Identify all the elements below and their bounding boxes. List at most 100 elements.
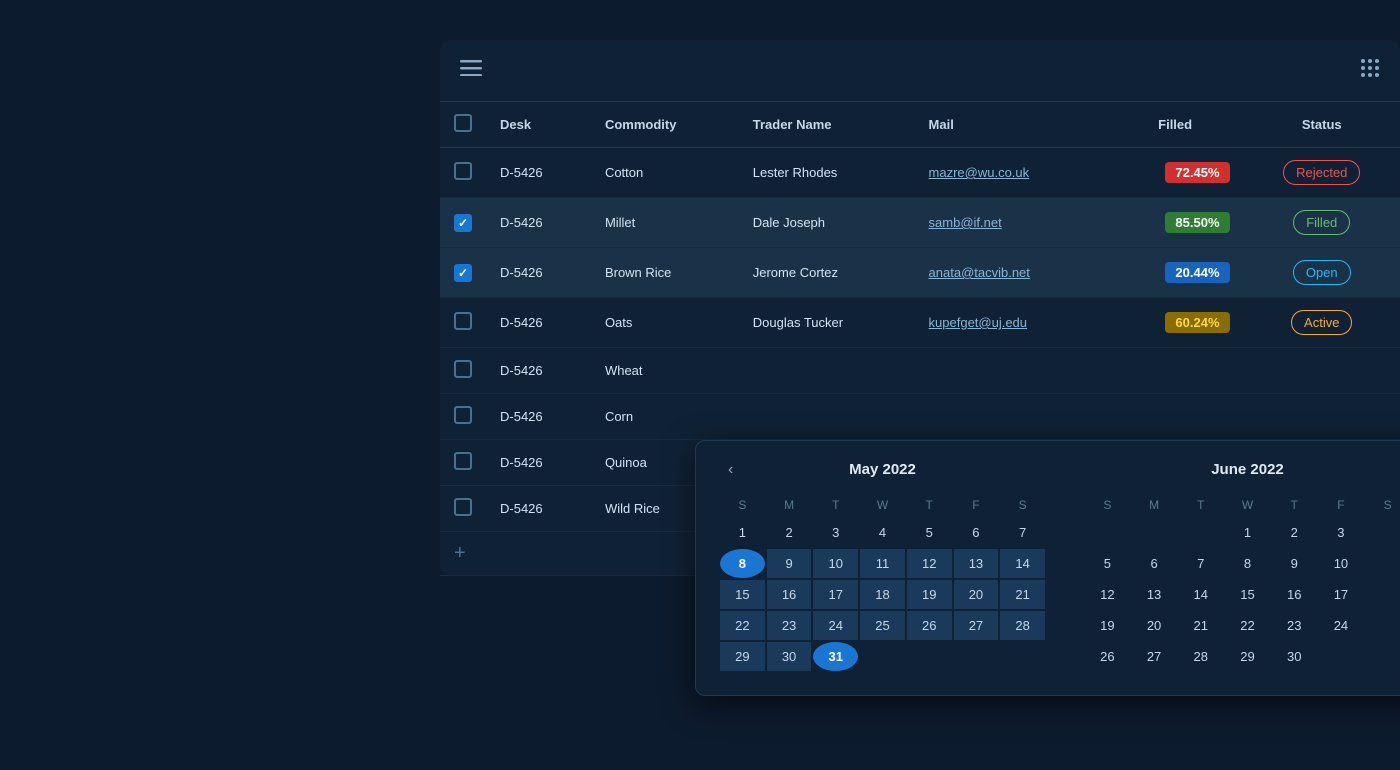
june-day-5[interactable]: 5 [1085,549,1130,578]
row-1-filled: 72.45% [1107,148,1244,198]
june-day-8[interactable]: 8 [1225,549,1270,578]
may-day-24[interactable]: 24 [813,611,858,640]
june-day-24[interactable]: 24 [1319,611,1364,640]
col-header-desk: Desk [486,102,591,148]
may-grid: S M T W T F S 1 2 3 4 5 6 7 8 [720,494,1045,671]
may-day-7[interactable]: 7 [1000,518,1045,547]
june-day-16[interactable]: 16 [1272,580,1317,609]
june-day-1[interactable]: 1 [1225,518,1270,547]
june-day-21[interactable]: 21 [1178,611,1223,640]
may-day-22[interactable]: 22 [720,611,765,640]
table-row: D-5426OatsDouglas Tuckerkupefget@uj.edu6… [440,298,1400,348]
row-1-commodity: Cotton [591,148,739,198]
may-day-13[interactable]: 13 [954,549,999,578]
table-row: D-5426Corn [440,394,1400,440]
june-empty6 [1365,580,1400,609]
june-day-3[interactable]: 3 [1319,518,1364,547]
june-day-header-m1: M [1132,494,1177,516]
may-day-16[interactable]: 16 [767,580,812,609]
june-empty9 [1365,642,1400,671]
may-day-27[interactable]: 27 [954,611,999,640]
row-7-checkbox[interactable] [454,452,472,470]
june-day-26[interactable]: 26 [1085,642,1130,671]
june-day-23[interactable]: 23 [1272,611,1317,640]
row-3-mail[interactable]: anata@tacvib.net [915,248,1107,298]
row-4-desk: D-5426 [486,298,591,348]
table-row: D-5426MilletDale Josephsamb@if.net85.50%… [440,198,1400,248]
row-2-checkbox[interactable] [454,214,472,232]
june-day-29[interactable]: 29 [1225,642,1270,671]
calendar-may: ‹ May 2022 S M T W T F S 1 2 3 4 [720,461,1045,671]
june-day-2[interactable]: 2 [1272,518,1317,547]
may-day-28[interactable]: 28 [1000,611,1045,640]
june-day-27[interactable]: 27 [1132,642,1177,671]
may-day-5[interactable]: 5 [907,518,952,547]
may-day-19[interactable]: 19 [907,580,952,609]
june-empty8 [1319,642,1364,671]
row-4-filled: 60.24% [1107,298,1244,348]
june-day-6[interactable]: 6 [1132,549,1177,578]
row-1-mail[interactable]: mazre@wu.co.uk [915,148,1107,198]
june-day-22[interactable]: 22 [1225,611,1270,640]
grid-icon[interactable] [1360,58,1380,83]
may-day-2[interactable]: 2 [767,518,812,547]
may-day-20[interactable]: 20 [954,580,999,609]
may-day-6[interactable]: 6 [954,518,999,547]
prev-month-button[interactable]: ‹ [720,457,741,483]
may-day-11[interactable]: 11 [860,549,905,578]
may-day-8[interactable]: 8 [720,549,765,578]
june-day-20[interactable]: 20 [1132,611,1177,640]
may-day-25[interactable]: 25 [860,611,905,640]
hamburger-icon[interactable] [460,59,482,82]
june-day-13[interactable]: 13 [1132,580,1177,609]
row-4-checkbox[interactable] [454,312,472,330]
june-day-19[interactable]: 19 [1085,611,1130,640]
may-day-31[interactable]: 31 [813,642,858,671]
june-day-30[interactable]: 30 [1272,642,1317,671]
june-day-header-s2: S [1365,494,1400,516]
may-day-3[interactable]: 3 [813,518,858,547]
may-day-18[interactable]: 18 [860,580,905,609]
june-day-header-t2: T [1272,494,1317,516]
row-4-mail[interactable]: kupefget@uj.edu [915,298,1107,348]
may-day-10[interactable]: 10 [813,549,858,578]
june-day-header-f1: F [1319,494,1364,516]
may-day-12[interactable]: 12 [907,549,952,578]
may-day-23[interactable]: 23 [767,611,812,640]
day-header-t2: T [907,494,952,516]
may-day-29[interactable]: 29 [720,642,765,671]
row-6-checkbox[interactable] [454,406,472,424]
select-all-checkbox[interactable] [454,114,472,132]
june-day-10[interactable]: 10 [1319,549,1364,578]
may-day-1[interactable]: 1 [720,518,765,547]
row-3-checkbox[interactable] [454,264,472,282]
row-2-mail[interactable]: samb@if.net [915,198,1107,248]
june-day-15[interactable]: 15 [1225,580,1270,609]
col-header-trader: Trader Name [739,102,915,148]
june-day-9[interactable]: 9 [1272,549,1317,578]
row-2-commodity: Millet [591,198,739,248]
col-header-checkbox[interactable] [440,102,486,148]
may-day-14[interactable]: 14 [1000,549,1045,578]
row-6-trader [739,394,915,440]
june-day-12[interactable]: 12 [1085,580,1130,609]
may-day-17[interactable]: 17 [813,580,858,609]
may-day-21[interactable]: 21 [1000,580,1045,609]
may-day-4[interactable]: 4 [860,518,905,547]
row-5-status [1244,348,1400,394]
may-day-9[interactable]: 9 [767,549,812,578]
may-day-30[interactable]: 30 [767,642,812,671]
june-day-14[interactable]: 14 [1178,580,1223,609]
june-header: June 2022 [1085,461,1400,478]
june-day-7[interactable]: 7 [1178,549,1223,578]
day-header-w1: W [860,494,905,516]
status-badge-2: Filled [1293,210,1350,235]
row-1-checkbox[interactable] [454,162,472,180]
june-day-17[interactable]: 17 [1319,580,1364,609]
june-day-28[interactable]: 28 [1178,642,1223,671]
calendar-overlay: ‹ May 2022 S M T W T F S 1 2 3 4 [695,440,1400,696]
row-5-checkbox[interactable] [454,360,472,378]
may-day-26[interactable]: 26 [907,611,952,640]
may-day-15[interactable]: 15 [720,580,765,609]
row-8-checkbox[interactable] [454,498,472,516]
